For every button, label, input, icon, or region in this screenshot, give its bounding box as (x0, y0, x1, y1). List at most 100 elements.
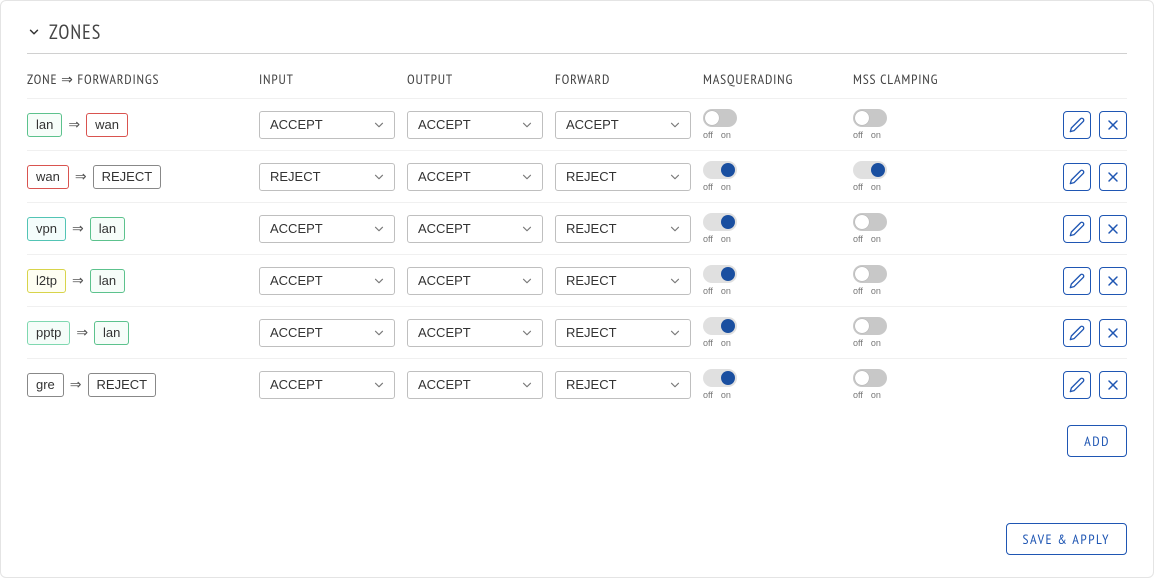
chevron-down-icon (668, 274, 682, 288)
mss-toggle-labels: offon (853, 390, 881, 400)
chevron-down-icon (668, 378, 682, 392)
arrow-right-icon: ⇒ (75, 168, 87, 185)
forward-select[interactable]: ACCEPT (555, 111, 691, 139)
edit-button[interactable] (1063, 163, 1091, 191)
chevron-down-icon (372, 378, 386, 392)
chevron-down-icon (520, 378, 534, 392)
output-select-value: ACCEPT (418, 377, 471, 392)
pencil-icon (1069, 325, 1085, 341)
zone-to-pill: REJECT (93, 165, 162, 189)
delete-button[interactable] (1099, 319, 1127, 347)
col-input: INPUT (259, 66, 407, 99)
output-select[interactable]: ACCEPT (407, 267, 543, 295)
delete-button[interactable] (1099, 163, 1127, 191)
edit-button[interactable] (1063, 111, 1091, 139)
forward-select[interactable]: REJECT (555, 371, 691, 399)
edit-button[interactable] (1063, 319, 1091, 347)
zones-card: ZONES ZONE ⇒ FORWARDINGS INPUT OUTPUT FO… (0, 0, 1154, 578)
zone-to-pill: REJECT (88, 373, 157, 397)
forward-select-value: ACCEPT (566, 117, 619, 132)
chevron-down-icon (372, 118, 386, 132)
pencil-icon (1069, 169, 1085, 185)
input-select[interactable]: ACCEPT (259, 111, 395, 139)
masq-toggle[interactable] (703, 369, 737, 387)
chevron-down-icon (372, 274, 386, 288)
edit-button[interactable] (1063, 215, 1091, 243)
masq-toggle-labels: offon (703, 234, 731, 244)
mss-toggle[interactable] (853, 161, 887, 179)
col-output: OUTPUT (407, 66, 555, 99)
zone-forwarding: gre ⇒ REJECT (27, 373, 259, 397)
output-select-value: ACCEPT (418, 273, 471, 288)
output-select-value: ACCEPT (418, 169, 471, 184)
delete-button[interactable] (1099, 267, 1127, 295)
masq-toggle[interactable] (703, 213, 737, 231)
table-row: l2tp ⇒ lan ACCEPT ACCEPT REJECT offon (27, 255, 1127, 307)
mss-toggle[interactable] (853, 213, 887, 231)
mss-toggle-labels: offon (853, 286, 881, 296)
mss-toggle-labels: offon (853, 130, 881, 140)
masq-toggle[interactable] (703, 317, 737, 335)
chevron-down-icon (668, 326, 682, 340)
table-row: gre ⇒ REJECT ACCEPT ACCEPT REJECT offon (27, 359, 1127, 411)
output-select[interactable]: ACCEPT (407, 371, 543, 399)
zone-from-pill: gre (27, 373, 64, 397)
mss-toggle[interactable] (853, 317, 887, 335)
output-select[interactable]: ACCEPT (407, 163, 543, 191)
zone-to-pill: wan (86, 113, 128, 137)
arrow-right-icon: ⇒ (68, 116, 80, 133)
zone-forwarding: lan ⇒ wan (27, 113, 259, 137)
mss-toggle-labels: offon (853, 338, 881, 348)
chevron-down-icon (520, 274, 534, 288)
pencil-icon (1069, 377, 1085, 393)
output-select[interactable]: ACCEPT (407, 111, 543, 139)
arrow-right-icon: ⇒ (72, 220, 84, 237)
pencil-icon (1069, 221, 1085, 237)
output-select-value: ACCEPT (418, 117, 471, 132)
forward-select-value: REJECT (566, 221, 617, 236)
close-icon (1105, 377, 1121, 393)
mss-toggle[interactable] (853, 369, 887, 387)
table-row: pptp ⇒ lan ACCEPT ACCEPT REJECT offon (27, 307, 1127, 359)
forward-select[interactable]: REJECT (555, 215, 691, 243)
pencil-icon (1069, 117, 1085, 133)
mss-toggle-labels: offon (853, 182, 881, 192)
input-select[interactable]: ACCEPT (259, 215, 395, 243)
mss-toggle[interactable] (853, 265, 887, 283)
edit-button[interactable] (1063, 267, 1091, 295)
input-select[interactable]: ACCEPT (259, 267, 395, 295)
output-select[interactable]: ACCEPT (407, 215, 543, 243)
delete-button[interactable] (1099, 215, 1127, 243)
add-button[interactable]: ADD (1067, 425, 1127, 457)
masq-toggle-labels: offon (703, 182, 731, 192)
section-header[interactable]: ZONES (27, 19, 1127, 54)
save-apply-button[interactable]: SAVE & APPLY (1006, 523, 1128, 555)
masq-toggle[interactable] (703, 161, 737, 179)
masq-toggle-labels: offon (703, 390, 731, 400)
output-select[interactable]: ACCEPT (407, 319, 543, 347)
zone-from-pill: pptp (27, 321, 70, 345)
edit-button[interactable] (1063, 371, 1091, 399)
col-mss: MSS CLAMPING (853, 66, 1003, 99)
zone-forwarding: pptp ⇒ lan (27, 321, 259, 345)
mss-toggle[interactable] (853, 109, 887, 127)
close-icon (1105, 325, 1121, 341)
delete-button[interactable] (1099, 111, 1127, 139)
zone-forwarding: wan ⇒ REJECT (27, 165, 259, 189)
output-select-value: ACCEPT (418, 221, 471, 236)
masq-toggle[interactable] (703, 265, 737, 283)
input-select[interactable]: REJECT (259, 163, 395, 191)
zone-from-pill: wan (27, 165, 69, 189)
input-select[interactable]: ACCEPT (259, 319, 395, 347)
forward-select[interactable]: REJECT (555, 267, 691, 295)
input-select[interactable]: ACCEPT (259, 371, 395, 399)
chevron-down-icon (372, 326, 386, 340)
col-zone: ZONE ⇒ FORWARDINGS (27, 66, 259, 99)
col-forward: FORWARD (555, 66, 703, 99)
arrow-right-icon: ⇒ (70, 376, 82, 393)
forward-select[interactable]: REJECT (555, 163, 691, 191)
masq-toggle[interactable] (703, 109, 737, 127)
input-select-value: ACCEPT (270, 221, 323, 236)
forward-select[interactable]: REJECT (555, 319, 691, 347)
delete-button[interactable] (1099, 371, 1127, 399)
